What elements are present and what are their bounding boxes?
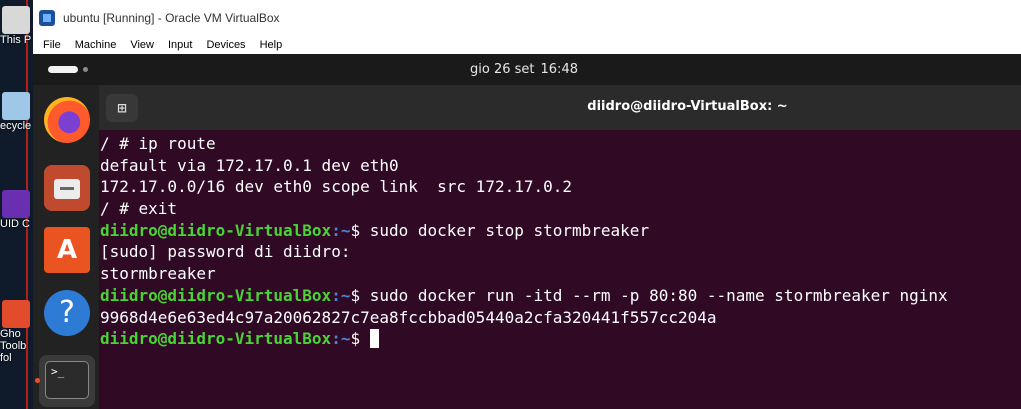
desktop-icon-this-pc[interactable]: This P — [0, 6, 33, 46]
clock[interactable]: gio 26 set 16:48 — [33, 62, 1021, 77]
recycle-bin-icon — [2, 92, 30, 120]
firefox-icon[interactable] — [44, 97, 90, 143]
terminal-icon[interactable]: >_ — [39, 355, 95, 407]
clock-date: gio 26 set — [470, 62, 535, 77]
desktop-icon-label: Toolb — [0, 340, 27, 352]
prompt-host: diidro@diidro-VirtualBox — [100, 285, 332, 305]
output-text: 172.17.0.0/16 dev eth0 scope link src 17… — [100, 177, 573, 197]
command-text: $ — [350, 329, 370, 349]
prompt-host: diidro@diidro-VirtualBox — [100, 329, 332, 349]
output-text: / # exit — [100, 199, 178, 219]
gnome-top-bar: gio 26 set 16:48 — [33, 54, 1021, 85]
desktop-icon-label: Gho — [0, 328, 21, 340]
terminal-line: diidro@diidro-VirtualBox:~$ sudo docker … — [100, 220, 1015, 242]
window-title: ubuntu [Running] - Oracle VM VirtualBox — [63, 11, 280, 25]
terminal-window[interactable]: ⊞ diidro@diidro-VirtualBox: ~ / # ip rou… — [99, 85, 1021, 409]
ubuntu-dock: A ? >_ — [33, 85, 99, 409]
menu-machine[interactable]: Machine — [68, 39, 124, 51]
menu-file[interactable]: File — [33, 39, 68, 51]
desktop-icon-recycle-bin[interactable]: ecycle — [0, 92, 33, 132]
terminal-line: diidro@diidro-VirtualBox:~$ sudo docker … — [100, 285, 1015, 307]
text-cursor — [369, 329, 379, 349]
app-center-icon[interactable]: A — [44, 227, 90, 273]
terminal-output[interactable]: / # ip route default via 172.17.0.1 dev e… — [100, 133, 1015, 350]
clock-time: 16:48 — [540, 62, 578, 77]
terminal-line: 172.17.0.0/16 dev eth0 scope link src 17… — [100, 176, 1015, 198]
command-text: $ sudo docker stop stormbreaker — [350, 220, 650, 240]
terminal-line: / # exit — [100, 198, 1015, 220]
desktop-icon-label: ecycle — [0, 120, 32, 132]
output-text: [sudo] password di diidro: — [100, 242, 351, 262]
terminal-line: [sudo] password di diidro: — [100, 241, 1015, 263]
terminal-line: diidro@diidro-VirtualBox:~$ — [100, 328, 1015, 350]
terminal-headerbar[interactable]: ⊞ diidro@diidro-VirtualBox: ~ — [99, 85, 1021, 130]
prompt-path: :~ — [331, 285, 351, 305]
running-indicator-icon — [35, 378, 40, 383]
desktop-icon-uid[interactable]: UID C — [0, 190, 33, 230]
prompt-host: diidro@diidro-VirtualBox — [100, 220, 332, 240]
terminal-line: default via 172.17.0.1 dev eth0 — [100, 155, 1015, 177]
output-text: 9968d4e6e63ed4c97a20062827c7ea8fccbbad05… — [100, 307, 717, 327]
output-text: stormbreaker — [100, 264, 216, 284]
desktop-icon-label: UID C — [0, 218, 30, 230]
files-icon[interactable] — [44, 165, 90, 211]
output-text: default via 172.17.0.1 dev eth0 — [100, 155, 399, 175]
menu-view[interactable]: View — [123, 39, 161, 51]
window-titlebar[interactable]: ubuntu [Running] - Oracle VM VirtualBox — [33, 0, 1021, 36]
computer-icon — [2, 6, 30, 34]
terminal-line: 9968d4e6e63ed4c97a20062827c7ea8fccbbad05… — [100, 307, 1015, 329]
menu-devices[interactable]: Devices — [199, 39, 252, 51]
chip-icon — [2, 190, 30, 218]
desktop-icon-ghost-toolbox[interactable]: Gho Toolb fol — [0, 300, 33, 364]
windows-desktop: This P ecycle UID C Gho Toolb fol — [0, 0, 33, 409]
desktop-icon-label: fol — [0, 352, 12, 364]
terminal-line: / # ip route — [100, 133, 1015, 155]
menu-bar: File Machine View Input Devices Help — [33, 36, 1021, 54]
command-text: $ sudo docker run -itd --rm -p 80:80 --n… — [350, 285, 948, 305]
prompt-path: :~ — [331, 329, 351, 349]
menu-input[interactable]: Input — [161, 39, 199, 51]
desktop-icon-label: This P — [0, 34, 32, 46]
menu-help[interactable]: Help — [253, 39, 290, 51]
terminal-line: stormbreaker — [100, 263, 1015, 285]
prompt-path: :~ — [331, 220, 351, 240]
virtualbox-logo-icon — [39, 10, 55, 26]
terminal-title: diidro@diidro-VirtualBox: ~ — [587, 99, 788, 114]
ghost-toolbox-icon — [2, 300, 30, 328]
help-icon[interactable]: ? — [44, 290, 90, 336]
virtualbox-window: ubuntu [Running] - Oracle VM VirtualBox … — [33, 0, 1021, 409]
output-text: / # ip route — [100, 134, 216, 153]
ubuntu-guest-screen: gio 26 set 16:48 A ? >_ ⊞ diidro@diidro-V… — [33, 54, 1021, 409]
